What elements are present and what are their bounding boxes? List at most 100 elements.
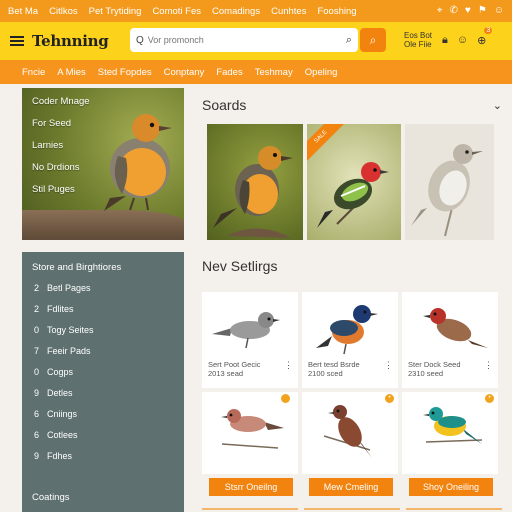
more-options-icon[interactable]: ⋮: [384, 360, 393, 371]
more-options-icon[interactable]: ⋮: [284, 360, 293, 371]
sidebar-panel: Store and Birghtiores 2 Betl Pages 2 Fdlit…: [22, 252, 184, 512]
search-icon[interactable]: ⌕: [346, 34, 352, 47]
sidebar-item-label: Togy Seites: [47, 325, 94, 335]
nav-item[interactable]: Fncie: [22, 67, 45, 78]
nav-item[interactable]: Sted Fopdes: [98, 67, 152, 78]
sidebar-item-label: Cotlees: [47, 430, 78, 440]
bird-illustration: [423, 407, 483, 444]
search-input[interactable]: [147, 35, 346, 45]
search-button[interactable]: ⌕: [360, 28, 386, 52]
account-icon[interactable]: ☺: [494, 6, 504, 16]
hero-menu-item[interactable]: No Drdions: [32, 162, 90, 173]
product-card[interactable]: •: [402, 392, 498, 474]
bird-illustration: [423, 308, 488, 348]
sidebar-item[interactable]: 6 Cotlees: [32, 430, 174, 440]
sidebar-item-count: 2: [34, 283, 40, 293]
hero-menu-item[interactable]: Stil Puges: [32, 184, 90, 195]
sidebar-item-count: 9: [34, 451, 40, 461]
pin-icon[interactable]: ⌖: [437, 6, 443, 16]
bird-illustration: [212, 312, 280, 349]
product-card[interactable]: Sert Poot Gecic 2013 sead ⋮: [202, 292, 298, 388]
sidebar-item-label: Betl Pages: [47, 283, 91, 293]
badge-dot: [281, 394, 290, 403]
sidebar-item-label: Cniings: [47, 409, 78, 419]
sidebar-item[interactable]: 9 Fdhes: [32, 451, 174, 461]
featured-tile[interactable]: [405, 124, 494, 240]
sidebar-item[interactable]: 7 Feeir Pads: [32, 346, 174, 356]
sidebar-item-label: Cogps: [47, 367, 74, 377]
sidebar-item-count: 6: [34, 430, 40, 440]
sidebar-item[interactable]: 2 Betl Pages: [32, 283, 174, 293]
top-link[interactable]: Fooshing: [317, 6, 356, 17]
top-utility-bar: Bet Ma Citlkos Pet Trytiding Comoti Fes …: [0, 0, 512, 22]
product-card[interactable]: •: [302, 392, 398, 474]
sidebar-item[interactable]: 0 Togy Seites: [32, 325, 174, 335]
hero-menu-item[interactable]: Coder Mnage: [32, 96, 90, 107]
sidebar-item-label: Fdlites: [47, 304, 74, 314]
order-button[interactable]: Stsrr Oneilng: [209, 478, 293, 496]
sidebar-item[interactable]: 6 Cniings: [32, 409, 174, 419]
sidebar-item-label: Detles: [47, 388, 73, 398]
product-card[interactable]: Bert tesd Bsrde 2100 sced ⋮: [302, 292, 398, 388]
bird-illustration: [221, 409, 284, 449]
sidebar-item-count: 2: [34, 304, 40, 314]
nav-item[interactable]: A Mies: [57, 67, 86, 78]
robin-illustration: [213, 146, 293, 238]
search-scope-icon: Q: [136, 34, 144, 46]
flag-icon[interactable]: ⚑: [478, 6, 487, 16]
top-link[interactable]: Comoti Fes: [152, 6, 201, 17]
featured-tile[interactable]: SALE: [307, 124, 401, 240]
nav-item[interactable]: Conptany: [164, 67, 205, 78]
product-card[interactable]: Ster Dock Seed 2310 seed ⋮: [402, 292, 498, 388]
order-button[interactable]: Mew Cmeling: [309, 478, 393, 496]
sidebar-title: Store and Birghtiores: [32, 262, 122, 273]
more-options-icon[interactable]: ⋮: [484, 360, 493, 371]
nav-item[interactable]: Fades: [216, 67, 242, 78]
top-link[interactable]: Comadings: [212, 6, 260, 17]
top-link[interactable]: Pet Trytiding: [89, 6, 142, 17]
sale-ribbon: SALE: [307, 124, 346, 164]
phone-icon[interactable]: ✆: [449, 6, 457, 16]
search-box: Q ⌕: [130, 28, 358, 52]
sidebar-item-count: 0: [34, 325, 40, 335]
hero-menu: Coder Mnage For Seed Larnies No Drdions …: [32, 96, 90, 195]
account-text[interactable]: Eos Bot Ole Fiie: [404, 31, 436, 49]
featured-header: Soards ⌄: [202, 97, 502, 113]
hamburger-menu-icon[interactable]: [10, 36, 24, 46]
header-icons: 🔒︎ ☺ ⊕ 3: [442, 27, 493, 47]
nav-item[interactable]: Teshmay: [255, 67, 293, 78]
bird-illustration: [323, 405, 372, 458]
featured-tile[interactable]: [207, 124, 303, 240]
nav-item[interactable]: Opeling: [305, 67, 338, 78]
lock-icon[interactable]: 🔒︎: [442, 34, 448, 47]
sidebar-item[interactable]: 2 Fdlites: [32, 304, 174, 314]
heart-icon[interactable]: ♥: [465, 6, 471, 16]
top-link[interactable]: Citlkos: [49, 6, 78, 17]
user-icon[interactable]: ☺: [457, 34, 468, 47]
bird-illustration: [316, 305, 378, 355]
product-name: Ster Dock Seed 2310 seed: [408, 360, 461, 378]
bottom-strip: [202, 504, 502, 512]
hero-menu-item[interactable]: For Seed: [32, 118, 90, 129]
top-links: Bet Ma Citlkos Pet Trytiding Comoti Fes …: [8, 6, 357, 17]
top-link[interactable]: Cunhtes: [271, 6, 306, 17]
product-card[interactable]: [202, 392, 298, 474]
cart-icon[interactable]: ⊕ 3: [477, 27, 493, 47]
order-button[interactable]: Shoy Oneiling: [409, 478, 493, 496]
sidebar-footer[interactable]: Coatings: [32, 492, 70, 503]
badge-dot: •: [485, 394, 494, 403]
hero-menu-item[interactable]: Larnies: [32, 140, 90, 151]
sidebar-item[interactable]: 0 Cogps: [32, 367, 174, 377]
cart-count-badge: 3: [484, 27, 493, 34]
site-logo[interactable]: Tehnning: [32, 32, 109, 50]
top-icons: ⌖ ✆ ♥ ⚑ ☺: [437, 6, 504, 16]
product-name: Bert tesd Bsrde 2100 sced: [308, 360, 360, 378]
sale-ribbon-label: SALE: [307, 124, 346, 162]
chevron-down-icon[interactable]: ⌄: [493, 99, 502, 112]
sidebar-item[interactable]: 9 Detles: [32, 388, 174, 398]
featured-title: Soards: [202, 97, 247, 113]
category-nav: Fncie A Mies Sted Fopdes Conptany Fades …: [0, 60, 512, 84]
top-link[interactable]: Bet Ma: [8, 6, 38, 17]
new-settings-title: Nev Setlirgs: [202, 258, 278, 274]
badge-dot: •: [385, 394, 394, 403]
